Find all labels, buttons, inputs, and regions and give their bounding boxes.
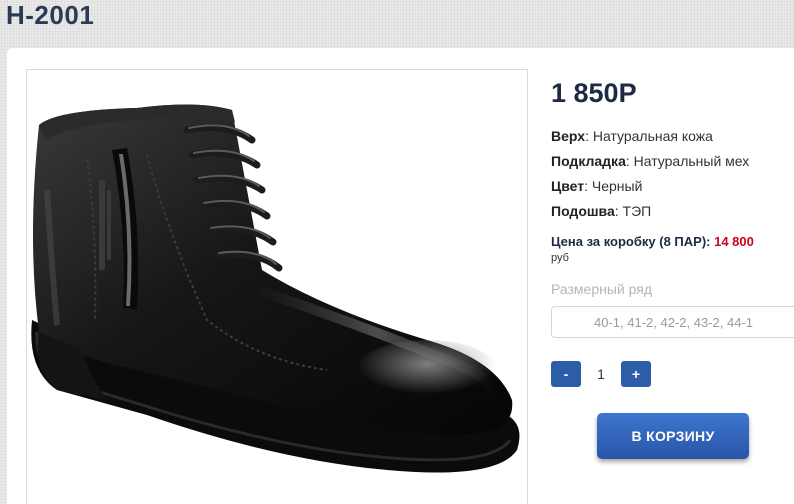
spec-upper: Верх: Натуральная кожа [551, 128, 713, 144]
box-price-label: Цена за коробку (8 ПАР): [551, 234, 711, 249]
quantity-input[interactable]: 1 [584, 361, 618, 387]
spec-label: Подкладка [551, 153, 626, 169]
box-price-unit: руб [551, 252, 569, 264]
sizes-label: Размерный ряд [551, 281, 653, 297]
spec-lining: Подкладка: Натуральный мех [551, 153, 749, 169]
box-price: Цена за коробку (8 ПАР): 14 800 руб [551, 234, 791, 266]
spec-value: : Натуральный мех [625, 153, 750, 169]
box-price-value: 14 800 [714, 234, 754, 249]
quantity-increase-button[interactable]: + [621, 361, 651, 387]
product-price: 1 850Р [551, 78, 637, 108]
add-to-cart-button[interactable]: В КОРЗИНУ [597, 413, 749, 459]
spec-sole: Подошва: ТЭП [551, 203, 651, 219]
product-title: Н-2001 [6, 0, 95, 30]
spec-color: Цвет: Черный [551, 178, 642, 194]
spec-label: Верх [551, 128, 586, 144]
spec-label: Подошва [551, 203, 615, 219]
boot-illustration [31, 104, 520, 473]
spec-value: : Натуральная кожа [585, 128, 713, 144]
spec-label: Цвет [551, 178, 585, 194]
spec-value: : Черный [584, 178, 643, 194]
spec-value: : ТЭП [614, 203, 652, 219]
quantity-decrease-button[interactable]: - [551, 361, 581, 387]
product-image[interactable] [26, 69, 528, 504]
sizes-field[interactable]: 40-1, 41-2, 42-2, 43-2, 44-1 [551, 306, 794, 338]
